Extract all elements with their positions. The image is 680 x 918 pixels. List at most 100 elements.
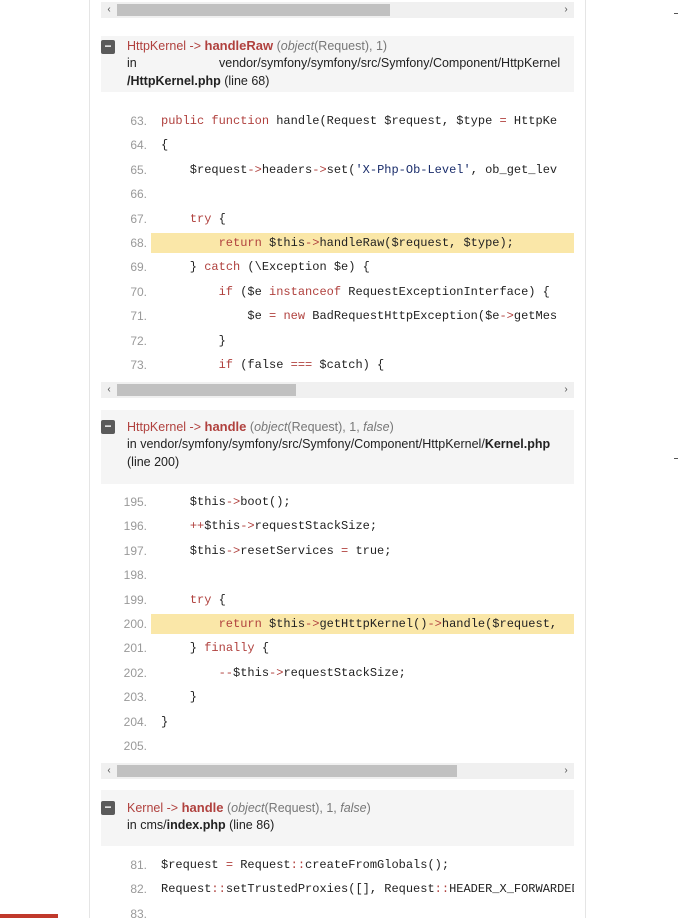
line-source: if ($e instanceof RequestExceptionInterf… [218, 284, 550, 299]
frame-arg-type: object [280, 39, 315, 53]
frame-location: in vendor/symfony/symfony/src/Symfony/Co… [127, 437, 551, 451]
line-number: 82. [130, 882, 147, 897]
line-source: } catch (\Exception $e) { [161, 260, 370, 275]
line-source: public function handle(Request $request,… [161, 114, 558, 128]
code-snippet: 195. $this->boot(); 196. ++$this->request… [101, 491, 574, 755]
frame-file: Kernel.php [484, 437, 551, 451]
frame-class: HttpKernel [127, 420, 187, 434]
code-line: 205. [101, 736, 574, 755]
frame-line: (line 200) [127, 455, 180, 469]
frame-line: (line 86) [229, 818, 275, 832]
line-number: 202. [123, 665, 147, 680]
frame-line: (line 68) [224, 74, 270, 88]
line-number: 203. [123, 690, 147, 705]
code-line: 66. [101, 184, 574, 204]
frame-file: /HttpKernel.php [127, 74, 221, 88]
code-horizontal-scrollbar[interactable]: ‹ › [101, 763, 574, 779]
line-number: 205. [123, 739, 147, 753]
frame-signature: HttpKernel -> handle (object(Request), 1… [127, 419, 394, 434]
line-number: 70. [130, 284, 147, 299]
code-horizontal-scrollbar[interactable]: ‹ › [101, 2, 574, 18]
line-source: $this->resetServices = true; [161, 543, 392, 558]
frame-arg-false: false [340, 801, 367, 815]
scrollbar-thumb[interactable] [117, 765, 457, 777]
line-source: $request = Request::createFromGlobals(); [161, 858, 450, 872]
line-number: 199. [123, 592, 147, 607]
code-line: 67. try { [101, 209, 574, 229]
line-number: 196. [123, 519, 147, 534]
frame-location: in [127, 56, 137, 70]
line-number: 65. [130, 162, 147, 177]
code-line: 82. Request::setTrustedProxies([], Reques… [101, 879, 574, 899]
line-number: 200. [123, 617, 147, 631]
line-source: return $this->getHttpKernel()->handle($r… [218, 617, 558, 631]
edge-mark [674, 13, 678, 14]
code-line: 72. } [101, 331, 574, 351]
frame-file-line: /HttpKernel.php (line 68) [127, 74, 269, 88]
line-source: Request::setTrustedProxies([], Request::… [161, 882, 574, 897]
collapse-toggle-icon[interactable]: − [101, 40, 115, 54]
frame-arrow: -> [189, 420, 202, 434]
code-line: 196. ++$this->requestStackSize; [101, 516, 574, 536]
line-number: 195. [123, 495, 147, 509]
scroll-left-arrow[interactable]: ‹ [101, 382, 117, 398]
line-number: 73. [130, 358, 147, 372]
line-number: 68. [130, 236, 147, 250]
highlighted-code-line: 200. return $this->getHttpKernel()->hand… [101, 614, 574, 634]
code-line: 71. $e = new BadRequestHttpException($e-… [101, 306, 574, 326]
line-source: $request->headers->set('X-Php-Ob-Level',… [161, 162, 558, 177]
line-source: try { [189, 211, 226, 226]
frame-path: vendor/symfony/symfony/src/Symfony/Compo… [140, 437, 485, 451]
collapse-toggle-icon[interactable]: − [101, 420, 115, 434]
line-number: 197. [123, 543, 147, 558]
line-source: return $this->handleRaw($request, $type)… [218, 236, 514, 250]
line-source: if (false === $catch) { [218, 358, 385, 372]
stack-trace-panel: ‹ › − HttpKernel -> handleRaw (object(Re… [89, 0, 586, 918]
code-snippet: 63. public function handle(Request $reque… [101, 110, 574, 374]
line-source: --$this->requestStackSize; [218, 665, 406, 680]
code-line: 199. try { [101, 590, 574, 610]
line-source: } finally { [161, 641, 270, 656]
code-line: 83. [101, 904, 574, 918]
line-source: } [161, 333, 226, 348]
scroll-right-arrow[interactable]: › [558, 382, 574, 398]
line-number: 63. [130, 114, 147, 128]
code-line: 81. $request = Request::createFromGlobals… [101, 855, 574, 875]
line-source: ++$this->requestStackSize; [189, 519, 378, 534]
highlighted-code-line: 68. return $this->handleRaw($request, $t… [101, 233, 574, 253]
code-line: 202. --$this->requestStackSize; [101, 663, 574, 683]
collapse-toggle-icon[interactable]: − [101, 801, 115, 815]
code-line: 63. public function handle(Request $reque… [101, 111, 574, 131]
scroll-right-arrow[interactable]: › [558, 763, 574, 779]
frame-arg-type: object [254, 420, 288, 434]
frame-function: handleRaw [204, 38, 274, 53]
code-horizontal-scrollbar[interactable]: ‹ › [101, 382, 574, 398]
scrollbar-thumb[interactable] [117, 4, 390, 16]
code-line: 198. [101, 565, 574, 585]
frame-class: Kernel [127, 801, 164, 815]
frame-arrow: -> [166, 801, 179, 815]
scroll-right-arrow[interactable]: › [558, 2, 574, 18]
frame-file: index.php [166, 818, 226, 832]
line-number: 69. [130, 260, 147, 275]
line-number: 71. [130, 309, 147, 324]
code-line: 70. if ($e instanceof RequestExceptionIn… [101, 282, 574, 302]
line-source: { [161, 138, 169, 153]
frame-location: in cms/index.php (line 86) [127, 818, 275, 832]
scroll-left-arrow[interactable]: ‹ [101, 763, 117, 779]
stack-frame-header: − HttpKernel -> handle (object(Request),… [101, 410, 574, 484]
frame-signature: Kernel -> handle (object(Request), 1, fa… [127, 800, 371, 815]
scrollbar-thumb[interactable] [117, 384, 296, 396]
code-line: 203. } [101, 687, 574, 707]
scroll-left-arrow[interactable]: ‹ [101, 2, 117, 18]
frame-path: vendor/symfony/symfony/src/Symfony/Compo… [219, 56, 561, 70]
line-number: 72. [130, 333, 147, 348]
line-number: 198. [123, 568, 147, 583]
code-line: 69. } catch (\Exception $e) { [101, 257, 574, 277]
edge-mark [674, 458, 678, 459]
code-line: 201. } finally { [101, 638, 574, 658]
frame-function: handle [181, 800, 224, 815]
line-number: 81. [130, 858, 147, 872]
stack-frame-header: − HttpKernel -> handleRaw (object(Reques… [101, 36, 574, 92]
frame-function: handle [204, 419, 247, 434]
